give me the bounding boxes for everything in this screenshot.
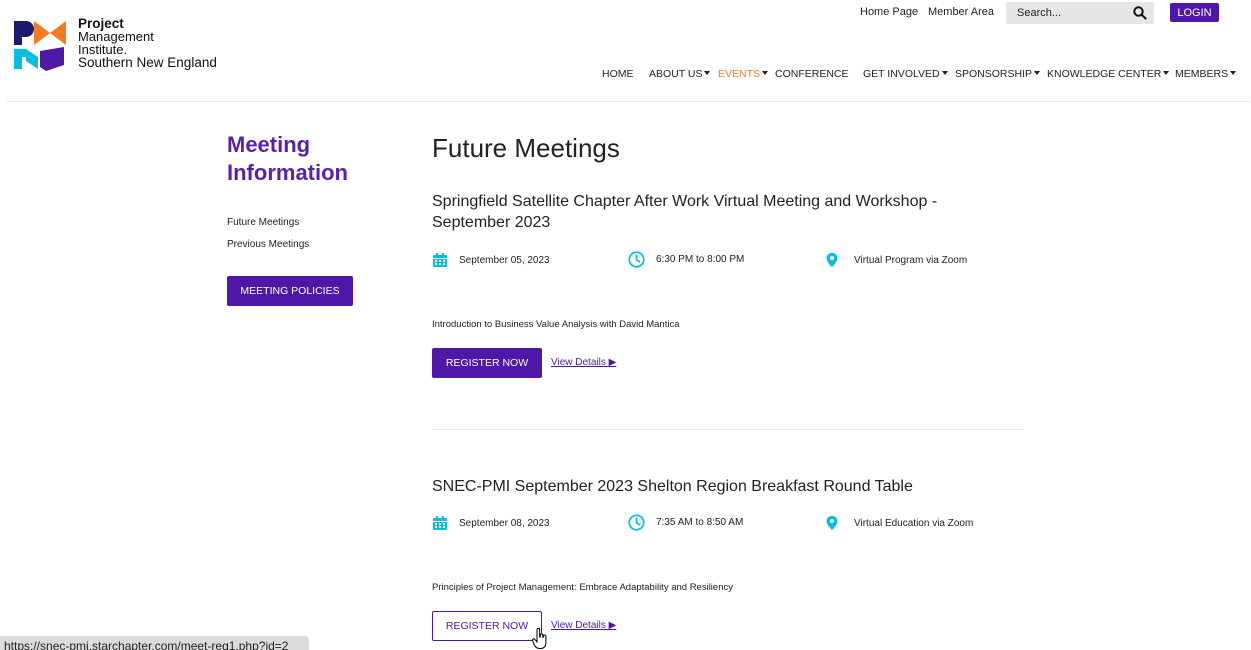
event-date-text: September 05, 2023 (459, 254, 550, 266)
logo-wordmark: Project Management Institute. Southern N… (78, 17, 217, 70)
chevron-down-icon (1163, 71, 1170, 76)
page-title: Future Meetings (432, 133, 620, 163)
chevron-down-icon (762, 71, 769, 76)
search-input[interactable] (1006, 2, 1126, 24)
hand-cursor-icon (532, 628, 547, 649)
event-time-text: 6:30 PM to 8:00 PM (656, 253, 745, 265)
nav-item-conference[interactable]: CONFERENCE (775, 68, 849, 80)
event-time-text: 7:35 AM to 8:50 AM (656, 516, 744, 528)
event-location-text: Virtual Program via Zoom (854, 254, 968, 266)
event-description: Introduction to Business Value Analysis … (432, 319, 680, 330)
nav-item-label: CONFERENCE (775, 68, 849, 80)
nav-item-label: MEMBERS (1175, 68, 1229, 80)
clock-icon (628, 513, 645, 531)
event-title[interactable]: SNEC-PMI September 2023 Shelton Region B… (432, 476, 992, 497)
calendar-icon (433, 516, 447, 530)
nav-item-sponsorship[interactable]: SPONSORSHIP (955, 68, 1041, 80)
view-details-link[interactable]: View Details ▶ (551, 357, 616, 368)
nav-item-home[interactable]: HOME (602, 68, 634, 80)
register-now-button[interactable]: REGISTER NOW (432, 611, 542, 641)
chevron-down-icon (704, 71, 711, 76)
status-bar-url: https://snec-pmi.starchapter.com/meet-re… (0, 636, 309, 650)
home-page-link[interactable]: Home Page (860, 6, 918, 18)
search-icon[interactable] (1132, 5, 1148, 21)
nav-item-label: EVENTS (718, 68, 761, 80)
view-details-link[interactable]: View Details ▶ (551, 620, 616, 631)
clock-icon (628, 250, 645, 268)
sidebar-title: Meeting Information (227, 132, 348, 185)
nav-item-events[interactable]: EVENTS (718, 68, 769, 80)
event-date-text: September 08, 2023 (459, 517, 550, 529)
register-now-button[interactable]: REGISTER NOW (432, 348, 542, 378)
event-time: 6:30 PM to 8:00 PM (628, 249, 744, 269)
event-location-text: Virtual Education via Zoom (854, 517, 974, 529)
member-area-link[interactable]: Member Area (928, 6, 994, 18)
nav-item-label: GET INVOLVED (863, 68, 940, 80)
event-date: September 05, 2023 (432, 250, 550, 270)
event-date: September 08, 2023 (432, 513, 550, 533)
nav-item-label: ABOUT US (649, 68, 703, 80)
nav-item-label: SPONSORSHIP (955, 68, 1033, 80)
event-title[interactable]: Springfield Satellite Chapter After Work… (432, 191, 992, 233)
sidebar-link-previous-meetings[interactable]: Previous Meetings (227, 239, 309, 250)
chevron-down-icon (941, 71, 948, 76)
sidebar-link-future-meetings[interactable]: Future Meetings (227, 217, 299, 228)
nav-item-members[interactable]: MEMBERS (1175, 68, 1237, 80)
nav-item-get-involved[interactable]: GET INVOLVED (863, 68, 948, 80)
header-divider (6, 101, 1250, 102)
nav-item-label: HOME (602, 68, 634, 80)
map-pin-icon (826, 516, 838, 530)
meeting-policies-button[interactable]: MEETING POLICIES (227, 276, 353, 306)
nav-item-about-us[interactable]: ABOUT US (649, 68, 711, 80)
event-location: Virtual Education via Zoom (824, 513, 973, 533)
event-time: 7:35 AM to 8:50 AM (628, 512, 743, 532)
event-divider (432, 429, 1024, 430)
nav-item-label: KNOWLEDGE CENTER (1047, 68, 1162, 80)
pmi-logo-icon (14, 21, 66, 71)
chevron-down-icon (1230, 71, 1237, 76)
chevron-down-icon (1034, 71, 1041, 76)
search-box (1006, 2, 1154, 24)
map-pin-icon (826, 253, 838, 267)
login-button[interactable]: LOGIN (1170, 3, 1219, 22)
calendar-icon (433, 253, 447, 267)
main-nav: HOME ABOUT US EVENTS CONFERENCE GET INVO… (0, 68, 1251, 82)
nav-item-knowledge-center[interactable]: KNOWLEDGE CENTER (1047, 68, 1170, 80)
event-location: Virtual Program via Zoom (824, 250, 967, 270)
event-description: Principles of Project Management: Embrac… (432, 582, 733, 593)
